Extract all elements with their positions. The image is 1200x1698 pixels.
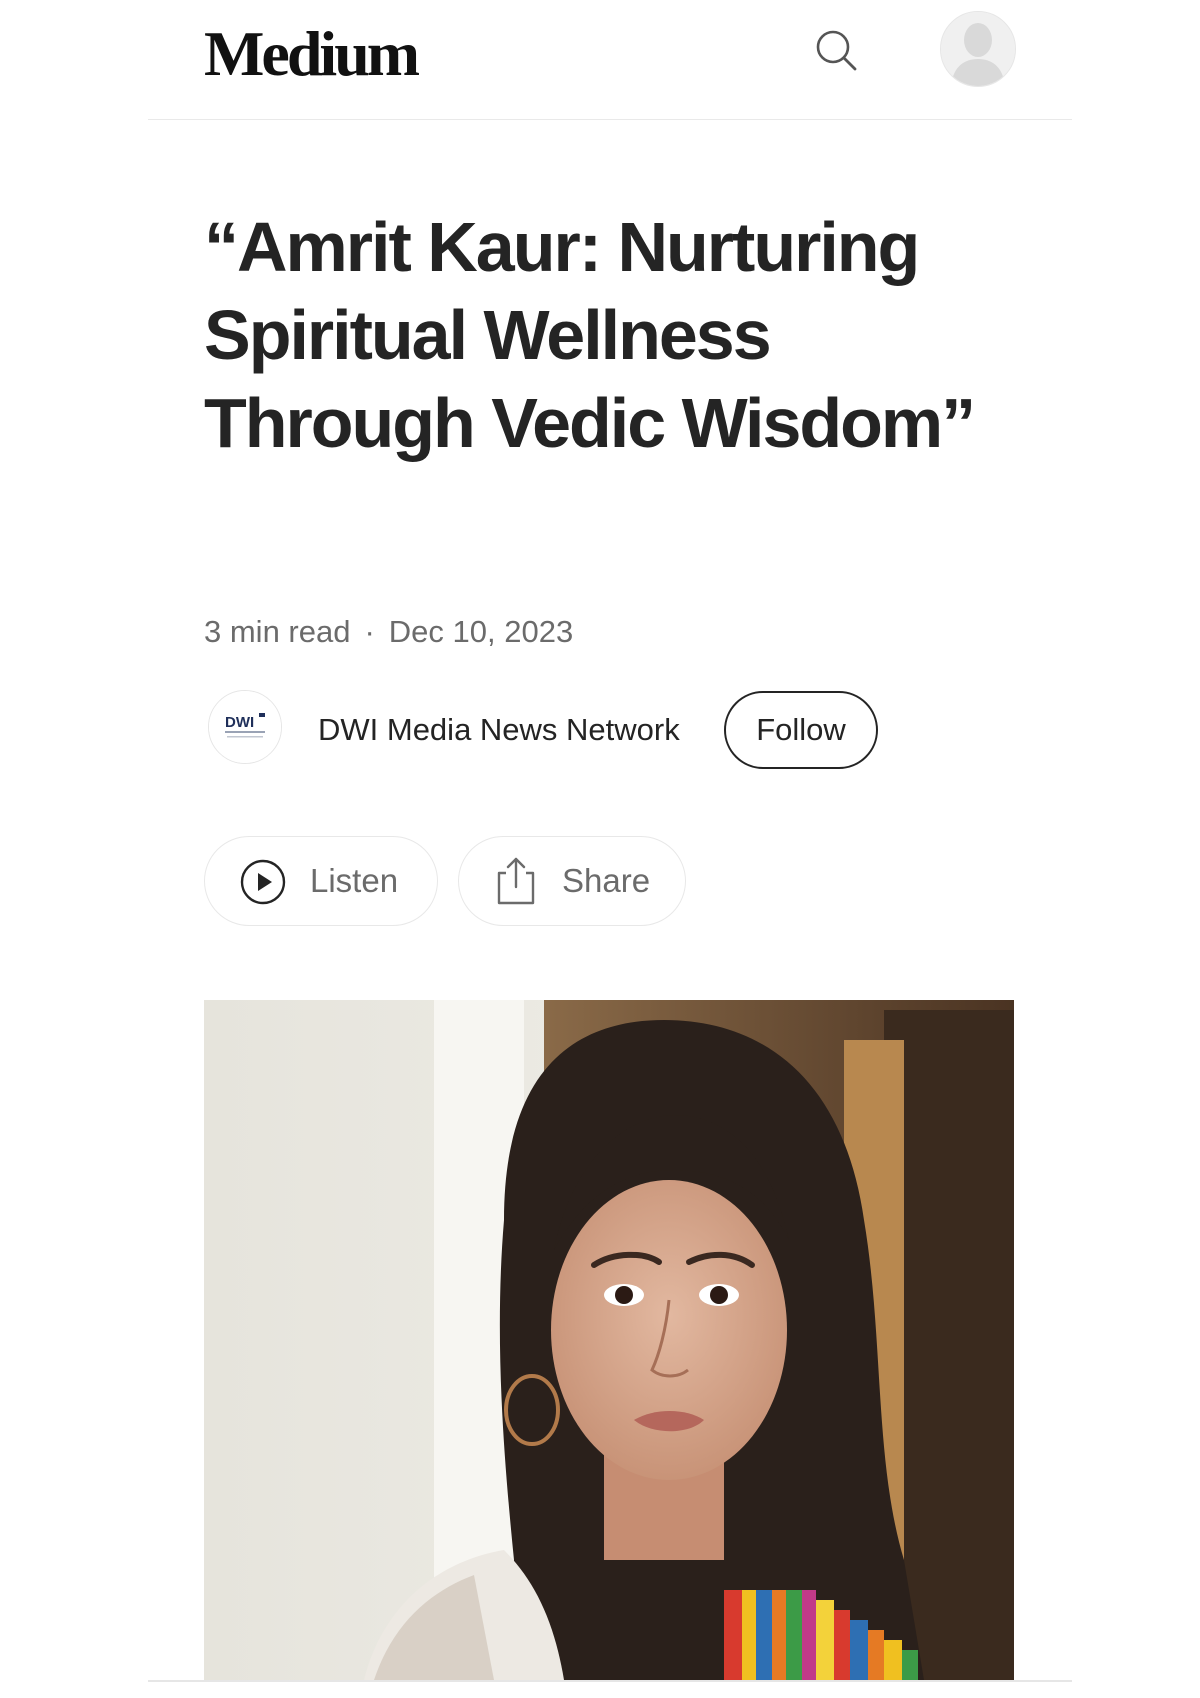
top-nav: Medium xyxy=(148,0,1072,120)
search-icon xyxy=(816,30,857,71)
share-icon xyxy=(493,855,539,907)
article-hero-image xyxy=(204,1000,1014,1680)
listen-label: Listen xyxy=(310,862,399,899)
follow-button[interactable]: Follow xyxy=(724,691,878,769)
article-title: “Amrit Kaur: Nurturing Spiritual Wellnes… xyxy=(204,208,976,462)
user-avatar-button[interactable] xyxy=(940,11,1016,87)
listen-button[interactable]: Listen xyxy=(204,836,438,926)
article-meta: 3 min read · Dec 10, 2023 xyxy=(204,612,573,652)
dwi-logo-text: DWI xyxy=(225,714,254,731)
meta-separator: · xyxy=(364,614,375,649)
share-label: Share xyxy=(562,862,651,899)
user-avatar-icon xyxy=(941,12,1015,86)
read-time: 3 min read xyxy=(204,614,351,649)
publish-date: Dec 10, 2023 xyxy=(388,614,574,649)
divider xyxy=(148,1680,1072,1682)
dwi-logo: DWI xyxy=(209,691,281,763)
medium-logo[interactable]: Medium xyxy=(204,12,420,96)
play-circle-icon xyxy=(239,858,287,906)
article-page: Medium “Amrit Kaur: Nurturing Spiritual … xyxy=(0,0,1200,1698)
portrait-photo xyxy=(204,1000,1014,1680)
share-button[interactable]: Share xyxy=(458,836,686,926)
author-name[interactable]: DWI Media News Network xyxy=(318,710,680,750)
author-avatar[interactable]: DWI xyxy=(208,690,282,764)
search-button[interactable] xyxy=(808,22,864,78)
